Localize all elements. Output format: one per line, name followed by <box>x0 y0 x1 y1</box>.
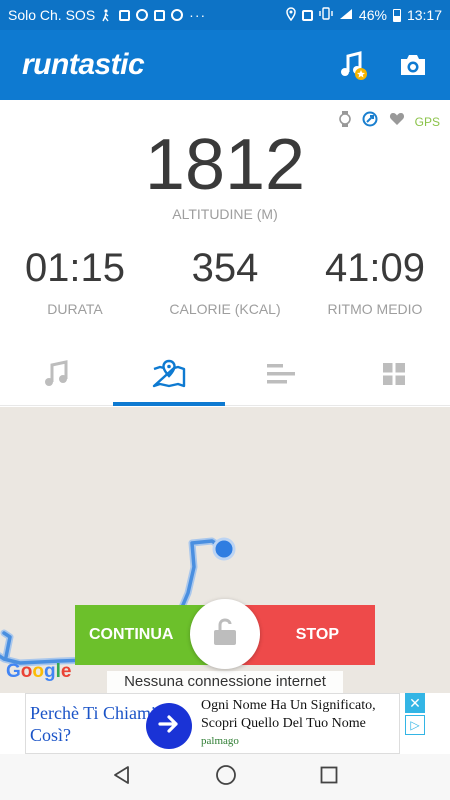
offline-notice: Nessuna connessione internet <box>107 671 343 693</box>
app-logo: runtastic <box>22 48 145 81</box>
metric-label: DURATA <box>47 301 103 317</box>
telegram-icon <box>171 9 184 21</box>
metric-value: 01:15 <box>24 246 126 290</box>
ad-source: palmago <box>201 735 239 747</box>
grid-icon <box>382 362 406 391</box>
signal-icon <box>339 7 353 23</box>
close-icon: ✕ <box>409 695 421 711</box>
battery-icon <box>392 8 401 22</box>
metric-value: 354 <box>191 246 259 290</box>
ad-choices-icon: ▷ <box>410 718 420 732</box>
metric-calories: 354 CALORIE (KCAL) <box>150 246 300 317</box>
ad-choices-button[interactable]: ▷ <box>405 715 425 735</box>
walking-icon <box>101 9 113 22</box>
status-bar: Solo Ch. SOS ··· 46% 13:17 <box>0 0 450 30</box>
ad-close-button[interactable]: ✕ <box>405 693 425 713</box>
tab-music[interactable] <box>0 348 113 405</box>
tab-splits[interactable] <box>225 348 338 405</box>
clock: 13:17 <box>406 7 442 23</box>
tab-map[interactable] <box>112 348 226 406</box>
metric-label: RITMO MEDIO <box>327 301 423 317</box>
back-button[interactable] <box>112 765 132 790</box>
map-pin-icon <box>151 359 187 394</box>
music-icon <box>41 359 71 394</box>
google-logo: Google <box>6 661 72 682</box>
current-position-marker <box>212 537 236 561</box>
home-icon <box>216 764 236 785</box>
unlock-icon <box>212 617 238 651</box>
app-bar: runtastic <box>0 30 450 100</box>
metric-avg-pace: 41:09 RITMO MEDIO <box>300 246 450 317</box>
notification-icon <box>154 9 166 21</box>
altitude-value: 1812 <box>144 125 306 205</box>
ad-arrow-button[interactable] <box>146 703 192 749</box>
metric-duration: 01:15 DURATA <box>0 246 150 317</box>
metric-value: 41:09 <box>324 246 426 290</box>
stats-panel: GPS 1812 ALTITUDINE (M) 01:15 DURATA 354… <box>0 100 450 348</box>
tab-dashboard[interactable] <box>338 348 450 405</box>
vibrate-icon <box>319 7 333 23</box>
unlock-button[interactable] <box>190 599 260 669</box>
system-nav-bar <box>0 754 450 800</box>
camera-icon[interactable] <box>398 52 428 78</box>
more-notifications-icon: ··· <box>189 7 207 23</box>
home-button[interactable] <box>215 764 237 791</box>
session-control: CONTINUA STOP <box>75 599 375 669</box>
altitude-label: ALTITUDINE (M) <box>172 206 278 222</box>
session-tabs <box>0 348 450 406</box>
bars-icon <box>266 362 296 391</box>
whatsapp-icon <box>136 9 149 21</box>
ad-headline: Ogni Nome Ha Un Significato, Scopri Quel… <box>201 698 376 731</box>
ad-question: Perchè Ti Chiami Così? <box>30 703 157 745</box>
location-icon <box>286 6 296 24</box>
recents-button[interactable] <box>320 766 338 789</box>
facebook-icon <box>119 9 131 21</box>
battery-level: 46% <box>358 7 387 23</box>
arrow-right-icon <box>158 714 180 738</box>
nfc-icon <box>301 9 313 21</box>
carrier-label: Solo Ch. SOS <box>8 7 96 23</box>
metric-label: CALORIE (KCAL) <box>169 301 281 317</box>
back-icon <box>113 765 129 784</box>
recents-icon <box>320 766 338 783</box>
music-powersong-icon[interactable] <box>338 50 368 80</box>
ad-banner[interactable]: Perchè Ti Chiami Così? Ogni Nome Ha Un S… <box>25 693 400 754</box>
